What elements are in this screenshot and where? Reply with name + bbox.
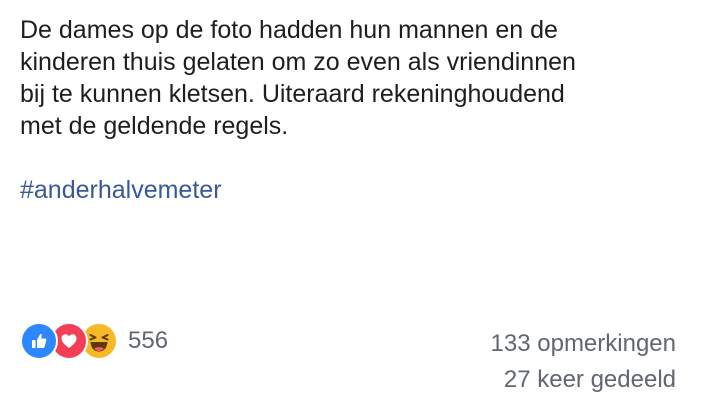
comments-count-link[interactable]: 133 opmerkingen: [491, 326, 676, 362]
post-text: De dames op de foto hadden hun mannen en…: [20, 16, 576, 140]
like-icon: [20, 322, 58, 360]
shares-count-link[interactable]: 27 keer gedeeld: [491, 362, 676, 398]
post-body: De dames op de foto hadden hun mannen en…: [20, 14, 680, 206]
reactions-summary[interactable]: 556: [20, 322, 168, 360]
reaction-count: 556: [128, 327, 169, 354]
hashtag-link[interactable]: #anderhalvemeter: [20, 174, 222, 206]
post-stats: 133 opmerkingen 27 keer gedeeld: [491, 326, 676, 398]
